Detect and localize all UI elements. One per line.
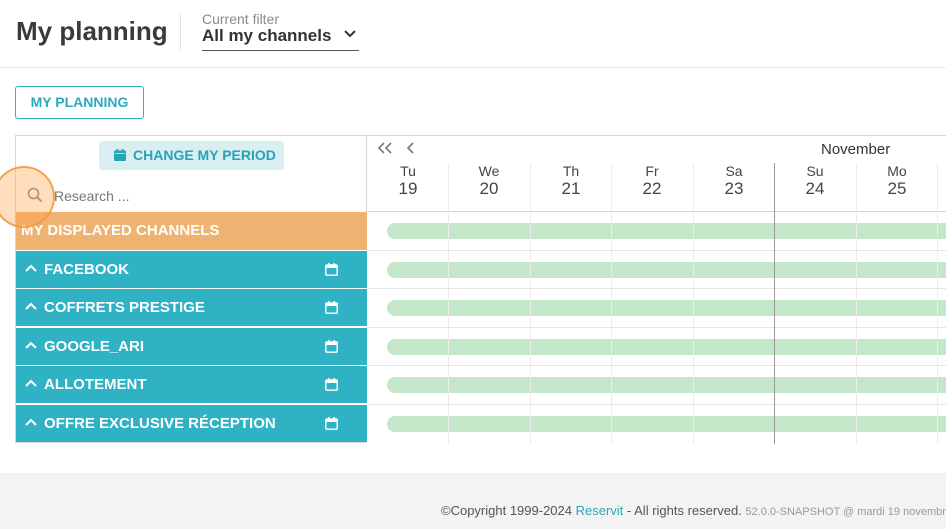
day-column-header: Tu 19: [367, 163, 449, 212]
page-title: My planning: [16, 16, 168, 46]
availability-row: [367, 212, 946, 250]
planning-panel: MY PLANNING CHANGE MY PERIOD November Tu…: [0, 68, 946, 473]
chevron-up-icon[interactable]: [24, 418, 38, 427]
day-name: Th: [562, 163, 580, 179]
planning-grid: CHANGE MY PERIOD November Tu19 We20 Th21…: [15, 135, 946, 444]
copyright-text: ©Copyright 1999-2024: [441, 503, 576, 518]
top-bar: My planning Current filter All my channe…: [0, 0, 946, 67]
channel-group-label: MY DISPLAYED CHANNELS: [21, 222, 220, 239]
availability-bar[interactable]: [387, 262, 946, 278]
day-number: 20: [479, 179, 499, 198]
search-icon: [27, 187, 43, 203]
day-column-header: Sa 23: [693, 163, 775, 212]
day-column-header: Fr 22: [611, 163, 693, 212]
calendar-icon[interactable]: [325, 301, 338, 314]
calendar-icon: [114, 149, 126, 161]
availability-bar[interactable]: [387, 416, 946, 432]
availability-row: [367, 365, 946, 403]
search-box: [24, 182, 354, 210]
day-column-header: We 20: [448, 163, 530, 212]
search-input[interactable]: [54, 184, 344, 208]
channel-group-row: MY DISPLAYED CHANNELS: [16, 212, 367, 250]
day-column-header: Su 24: [774, 163, 856, 212]
availability-row: [367, 404, 946, 442]
rights-text: - All rights reserved.: [623, 503, 746, 518]
channel-row-facebook[interactable]: FACEBOOK: [16, 250, 367, 288]
channel-label: FACEBOOK: [44, 261, 130, 278]
chevron-left-icon[interactable]: [405, 141, 415, 155]
availability-row: [367, 288, 946, 326]
week-divider: [774, 163, 775, 444]
day-divider: [530, 163, 531, 444]
chevron-up-icon[interactable]: [24, 302, 38, 311]
channel-label: GOOGLE_ARI: [44, 338, 145, 355]
change-period-button[interactable]: CHANGE MY PERIOD: [99, 141, 284, 170]
channel-row-offre-exclusive-reception[interactable]: OFFRE EXCLUSIVE RÉCEPTION: [16, 404, 367, 442]
day-number: 25: [887, 179, 907, 198]
day-name: Su: [806, 163, 824, 179]
calendar-icon[interactable]: [325, 378, 338, 391]
channel-label: OFFRE EXCLUSIVE RÉCEPTION: [44, 415, 276, 432]
day-name: Fr: [645, 163, 659, 179]
day-divider: [448, 163, 449, 444]
month-label: November: [821, 141, 891, 158]
calendar-header: November Tu 19 We 20 Th 21 Fr 22 Sa 23 Su 24 M…: [367, 136, 946, 212]
chevron-up-icon[interactable]: [24, 264, 38, 273]
channel-filter-select[interactable]: Current filter All my channels: [202, 11, 359, 51]
my-planning-button[interactable]: MY PLANNING: [15, 86, 144, 119]
availability-bar[interactable]: [387, 377, 946, 393]
double-chevron-left-icon[interactable]: [377, 141, 393, 155]
day-number: 22: [642, 179, 662, 198]
availability-bar[interactable]: [387, 223, 946, 239]
availability-row: [367, 327, 946, 365]
calendar-icon[interactable]: [325, 340, 338, 353]
day-column-header: Th 21: [530, 163, 612, 212]
availability-row: [367, 250, 946, 288]
day-divider: [611, 163, 612, 444]
calendar-icon[interactable]: [325, 417, 338, 430]
change-period-label: CHANGE MY PERIOD: [133, 147, 276, 163]
day-name: Mo: [887, 163, 907, 179]
day-divider: [693, 163, 694, 444]
day-name: Tu: [400, 163, 416, 179]
day-divider: [856, 163, 857, 444]
chevron-up-icon[interactable]: [24, 341, 38, 350]
day-number: 19: [398, 179, 418, 198]
reservit-link[interactable]: Reservit: [576, 503, 624, 518]
day-column-header: Mo 25: [856, 163, 938, 212]
filter-value: All my channels: [202, 26, 332, 45]
day-number: 23: [724, 179, 744, 198]
version-text: 52.0.0-SNAPSHOT @ mardi 19 novembre: [745, 506, 946, 518]
divider: [16, 442, 367, 443]
day-divider: [937, 163, 938, 444]
channel-row-coffrets-prestige[interactable]: COFFRETS PRESTIGE: [16, 288, 367, 326]
chevron-up-icon[interactable]: [24, 379, 38, 388]
channel-label: COFFRETS PRESTIGE: [44, 299, 205, 316]
channel-row-google-ari[interactable]: GOOGLE_ARI: [16, 327, 367, 365]
divider: [180, 14, 181, 50]
day-number: 21: [561, 179, 581, 198]
day-name: Sa: [725, 163, 743, 179]
grid-left-header: CHANGE MY PERIOD: [16, 136, 367, 212]
availability-bar[interactable]: [387, 300, 946, 316]
channel-label: ALLOTEMENT: [44, 376, 147, 393]
filter-label: Current filter: [202, 11, 280, 27]
footer: ©Copyright 1999-2024 Reservit - All righ…: [441, 503, 946, 518]
day-name: We: [478, 163, 500, 179]
day-number: 24: [805, 179, 825, 198]
chevron-down-icon: [344, 30, 356, 38]
calendar-icon[interactable]: [325, 263, 338, 276]
availability-bar[interactable]: [387, 339, 946, 355]
channel-row-allotement[interactable]: ALLOTEMENT: [16, 365, 367, 403]
